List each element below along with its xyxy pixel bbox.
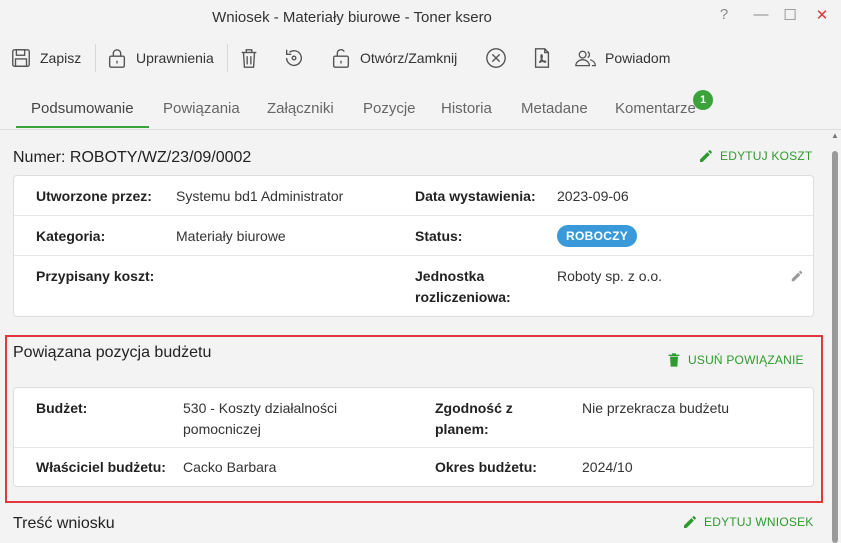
created-by-value: Systemu bd1 Administrator [176, 188, 344, 204]
category-label: Kategoria: [36, 228, 106, 244]
maximize-button[interactable]: ☐ [778, 6, 802, 24]
title-bar: Wniosek - Materiały biurowe - Toner kser… [0, 0, 841, 36]
status-label: Status: [415, 228, 463, 244]
tab-items[interactable]: Pozycje [363, 100, 416, 117]
summary-card: Utworzone przez: Systemu bd1 Administrat… [13, 175, 814, 317]
save-icon [12, 49, 30, 67]
tab-comments[interactable]: Komentarze [615, 100, 696, 117]
issue-date-value: 2023-09-06 [557, 188, 629, 204]
window-title: Wniosek - Materiały biurowe - Toner kser… [212, 9, 492, 26]
scrollbar[interactable]: ▲ [829, 131, 841, 543]
tab-relations[interactable]: Powiązania [163, 100, 240, 117]
summary-row: Utworzone przez: Systemu bd1 Administrat… [14, 176, 813, 216]
toolbar-divider [95, 44, 96, 72]
users-icon [575, 50, 596, 67]
toolbar-divider [227, 44, 228, 72]
notify-label: Powiadom [605, 50, 671, 66]
unlock-icon [332, 49, 350, 68]
cancel-button[interactable] [485, 42, 507, 74]
edit-unit-icon[interactable] [790, 269, 804, 283]
close-button[interactable]: ✕ [810, 6, 834, 24]
issue-date-label: Data wystawienia: [415, 188, 536, 204]
comments-count-badge: 1 [693, 90, 713, 110]
lock-icon [108, 49, 126, 68]
document-number: Numer: ROBOTY/WZ/23/09/0002 [13, 149, 252, 166]
tab-summary[interactable]: Podsumowanie [31, 100, 134, 117]
open-close-button[interactable]: Otwórz/Zamknij [330, 42, 457, 74]
unit-label-line2: rozliczeniowa: [415, 289, 511, 305]
toolbar: Zapisz Uprawnienia Otwórz/Zamknij Powiad… [0, 38, 841, 78]
budget-highlight-frame [5, 335, 823, 503]
minimize-button[interactable]: — [749, 6, 773, 23]
restore-button[interactable] [283, 42, 305, 74]
pdf-button[interactable] [531, 42, 553, 74]
pencil-icon [684, 516, 696, 528]
tab-metadata[interactable]: Metadane [521, 100, 588, 117]
created-by-label: Utworzone przez: [36, 188, 152, 204]
edit-request-label: EDYTUJ WNIOSEK [704, 515, 814, 529]
tab-attachments[interactable]: Załączniki [267, 100, 334, 117]
edit-cost-button[interactable]: EDYTUJ KOSZT [698, 148, 812, 164]
trash-icon [241, 49, 257, 68]
save-label: Zapisz [40, 50, 82, 66]
edit-cost-label: EDYTUJ KOSZT [720, 149, 813, 163]
pdf-icon [534, 48, 550, 68]
help-button[interactable]: ? [712, 6, 736, 23]
permissions-button[interactable]: Uprawnienia [106, 42, 214, 74]
category-value: Materiały biurowe [176, 228, 286, 244]
open-close-label: Otwórz/Zamknij [360, 50, 458, 66]
summary-row: Kategoria: Materiały biurowe Status: ROB… [14, 216, 813, 256]
permissions-label: Uprawnienia [136, 50, 214, 66]
unit-value: Roboty sp. z o.o. [557, 268, 663, 284]
unit-label-line1: Jednostka [415, 268, 485, 284]
summary-row: Przypisany koszt: Jednostka rozliczeniow… [14, 256, 813, 318]
scroll-up-arrow[interactable]: ▲ [831, 131, 839, 140]
active-tab-indicator [16, 126, 149, 128]
save-button[interactable]: Zapisz [10, 42, 81, 74]
scroll-thumb[interactable] [832, 151, 838, 543]
tab-bar: Podsumowanie Powiązania Załączniki Pozyc… [0, 86, 841, 130]
tab-history[interactable]: Historia [441, 100, 492, 117]
history-icon [285, 49, 302, 67]
cancel-icon [486, 48, 506, 68]
edit-request-button[interactable]: EDYTUJ WNIOSEK [682, 514, 813, 530]
delete-button[interactable] [238, 42, 260, 74]
status-badge: ROBOCZY [557, 225, 638, 247]
assigned-cost-label: Przypisany koszt: [36, 268, 155, 284]
pencil-icon [700, 150, 712, 162]
notify-button[interactable]: Powiadom [575, 42, 670, 74]
request-section-title: Treść wniosku [13, 515, 115, 532]
